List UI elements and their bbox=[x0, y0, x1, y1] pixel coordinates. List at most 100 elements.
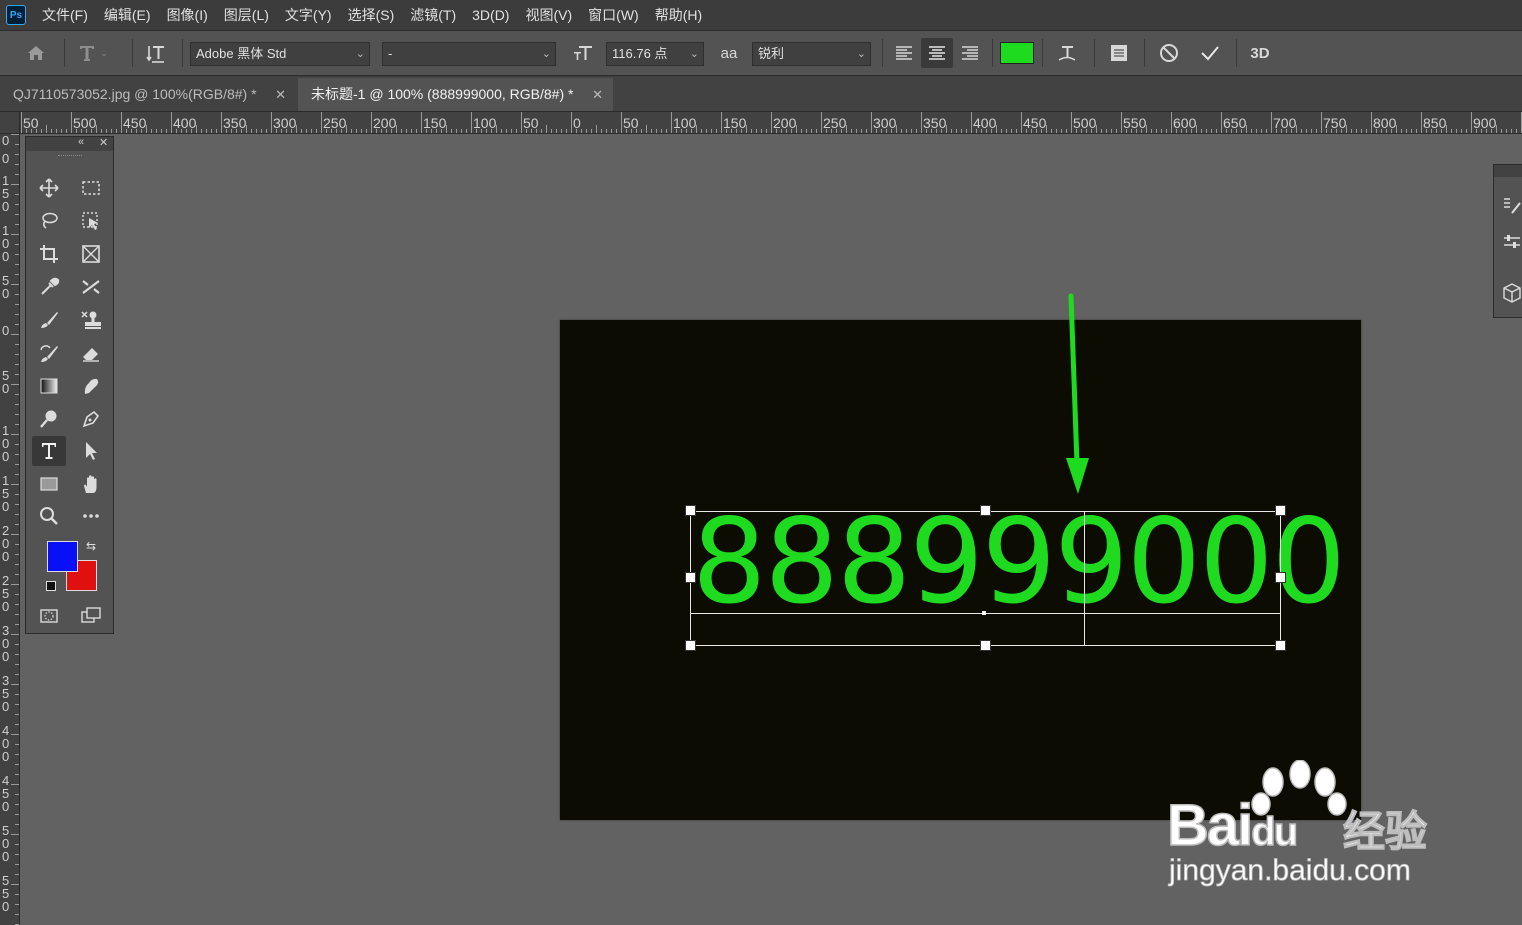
ruler-minor-tick bbox=[781, 129, 782, 133]
watermark-url: jingyan.baidu.com bbox=[1169, 854, 1412, 888]
menu-type[interactable]: 文字(Y) bbox=[277, 0, 340, 30]
transform-handle-tr[interactable] bbox=[1275, 505, 1286, 516]
pen-tool-icon[interactable] bbox=[74, 404, 108, 434]
frame-tool-icon[interactable] bbox=[74, 239, 108, 269]
align-left-button[interactable] bbox=[888, 38, 920, 68]
more-tools-icon[interactable] bbox=[74, 501, 108, 531]
path-selection-icon[interactable] bbox=[74, 436, 108, 466]
font-family-select[interactable]: Adobe 黑体 Std ⌄ bbox=[190, 42, 370, 66]
type-tool-icon[interactable] bbox=[32, 436, 66, 466]
menu-image[interactable]: 图像(I) bbox=[159, 0, 216, 30]
ruler-minor-tick bbox=[846, 125, 847, 133]
home-icon[interactable] bbox=[20, 38, 52, 68]
transform-handle-ml[interactable] bbox=[685, 572, 696, 583]
tab-untitled-1[interactable]: 未标题-1 @ 100% (888999000, RGB/8#) * ✕ bbox=[298, 78, 613, 111]
grip-handle[interactable] bbox=[58, 155, 82, 159]
transform-handle-br[interactable] bbox=[1275, 640, 1286, 651]
ruler-minor-tick bbox=[15, 574, 19, 575]
ruler-minor-tick bbox=[1441, 129, 1442, 133]
ruler-minor-tick bbox=[261, 129, 262, 133]
menu-help[interactable]: 帮助(H) bbox=[647, 0, 710, 30]
adjustments-icon[interactable] bbox=[1502, 231, 1522, 253]
hand-tool-icon[interactable] bbox=[74, 469, 108, 499]
font-size-input[interactable]: 116.76 点 ⌄ bbox=[606, 42, 704, 66]
ruler-minor-tick bbox=[1216, 129, 1217, 133]
ruler-minor-tick bbox=[1206, 129, 1207, 133]
ruler-minor-tick bbox=[856, 129, 857, 133]
antialias-select[interactable]: 锐利 ⌄ bbox=[752, 42, 871, 66]
gradient-tool-icon[interactable] bbox=[32, 371, 66, 401]
ruler-minor-tick bbox=[15, 294, 19, 295]
menu-3d[interactable]: 3D(D) bbox=[464, 0, 517, 30]
3d-button[interactable]: 3D bbox=[1244, 38, 1276, 68]
ruler-label: 100 bbox=[2, 223, 10, 264]
clone-stamp-icon[interactable] bbox=[74, 305, 108, 335]
object-selection-icon[interactable] bbox=[74, 206, 108, 236]
close-icon[interactable]: ✕ bbox=[275, 78, 286, 111]
ruler-minor-tick bbox=[15, 764, 19, 765]
menu-filter[interactable]: 滤镜(T) bbox=[402, 0, 464, 30]
transform-handle-mr[interactable] bbox=[1275, 572, 1286, 583]
type-tool-preset-icon[interactable]: ⌄ bbox=[72, 38, 112, 68]
ruler-minor-tick bbox=[191, 129, 192, 133]
ruler-minor-tick bbox=[15, 614, 19, 615]
rectangular-marquee-icon[interactable] bbox=[74, 173, 108, 203]
menu-edit[interactable]: 编辑(E) bbox=[96, 0, 159, 30]
ruler-minor-tick bbox=[311, 129, 312, 133]
transform-handle-bc[interactable] bbox=[980, 640, 991, 651]
crop-tool-icon[interactable] bbox=[32, 239, 66, 269]
foreground-color-swatch[interactable] bbox=[47, 541, 78, 572]
brush-tool-icon[interactable] bbox=[32, 305, 66, 335]
menu-window[interactable]: 窗口(W) bbox=[580, 0, 647, 30]
transform-handle-bl[interactable] bbox=[685, 640, 696, 651]
commit-button[interactable] bbox=[1193, 38, 1227, 68]
font-style-select[interactable]: - ⌄ bbox=[382, 42, 556, 66]
toggle-text-orientation-icon[interactable] bbox=[140, 38, 172, 68]
transform-handle-tl[interactable] bbox=[685, 505, 696, 516]
ruler-minor-tick bbox=[841, 129, 842, 133]
healing-brush-icon[interactable] bbox=[74, 272, 108, 302]
toolbox-header[interactable]: « ✕ bbox=[26, 136, 113, 151]
zoom-tool-icon[interactable] bbox=[32, 501, 66, 531]
menu-select[interactable]: 选择(S) bbox=[340, 0, 403, 30]
dodge-tool-icon[interactable] bbox=[32, 404, 66, 434]
collapse-icon[interactable]: « bbox=[78, 136, 84, 148]
ruler-label: 550 bbox=[2, 873, 10, 914]
quick-mask-icon[interactable] bbox=[32, 601, 66, 631]
tab-qj7110573052[interactable]: QJ7110573052.jpg @ 100%(RGB/8#) * ✕ bbox=[0, 78, 296, 111]
align-center-button[interactable] bbox=[921, 38, 953, 68]
smudge-tool-icon[interactable] bbox=[74, 371, 108, 401]
text-bounding-box[interactable] bbox=[690, 511, 1281, 646]
horizontal-ruler[interactable]: 50 500 450 400 350 300 250 200 150 100 50 0 50 100 150… bbox=[20, 112, 1522, 134]
rectangle-tool-icon[interactable] bbox=[32, 469, 66, 499]
history-brush-icon[interactable] bbox=[32, 338, 66, 368]
lasso-tool-icon[interactable] bbox=[32, 206, 66, 236]
close-icon[interactable]: ✕ bbox=[592, 78, 603, 111]
ruler-minor-tick bbox=[831, 129, 832, 133]
vertical-ruler[interactable]: 0015010050050100150200250300350400450500… bbox=[0, 134, 20, 925]
ruler-tick bbox=[971, 112, 972, 133]
swap-colors-icon[interactable]: ⇆ bbox=[86, 539, 96, 553]
eyedropper-icon[interactable] bbox=[32, 272, 66, 302]
transform-handle-tc[interactable] bbox=[980, 505, 991, 516]
eraser-icon[interactable] bbox=[74, 338, 108, 368]
3d-cube-icon[interactable] bbox=[1502, 282, 1522, 304]
toolbox-panel: « ✕ ⇆ bbox=[25, 136, 114, 634]
warp-text-button[interactable] bbox=[1050, 38, 1084, 68]
screen-mode-icon[interactable] bbox=[74, 601, 108, 631]
menu-file[interactable]: 文件(F) bbox=[34, 0, 96, 30]
move-tool-icon[interactable] bbox=[32, 173, 66, 203]
text-color-swatch[interactable] bbox=[999, 38, 1035, 68]
ruler-minor-tick bbox=[881, 129, 882, 133]
align-right-button[interactable] bbox=[954, 38, 986, 68]
default-colors-icon[interactable] bbox=[46, 581, 56, 591]
cancel-button[interactable] bbox=[1152, 38, 1186, 68]
menu-layer[interactable]: 图层(L) bbox=[216, 0, 277, 30]
panel-grip[interactable] bbox=[1494, 165, 1522, 177]
ruler-minor-tick bbox=[1476, 129, 1477, 133]
close-icon[interactable]: ✕ bbox=[99, 136, 108, 149]
character-panel-button[interactable] bbox=[1102, 38, 1136, 68]
menu-view[interactable]: 视图(V) bbox=[517, 0, 580, 30]
properties-icon[interactable] bbox=[1502, 195, 1522, 217]
ruler-minor-tick bbox=[386, 129, 387, 133]
